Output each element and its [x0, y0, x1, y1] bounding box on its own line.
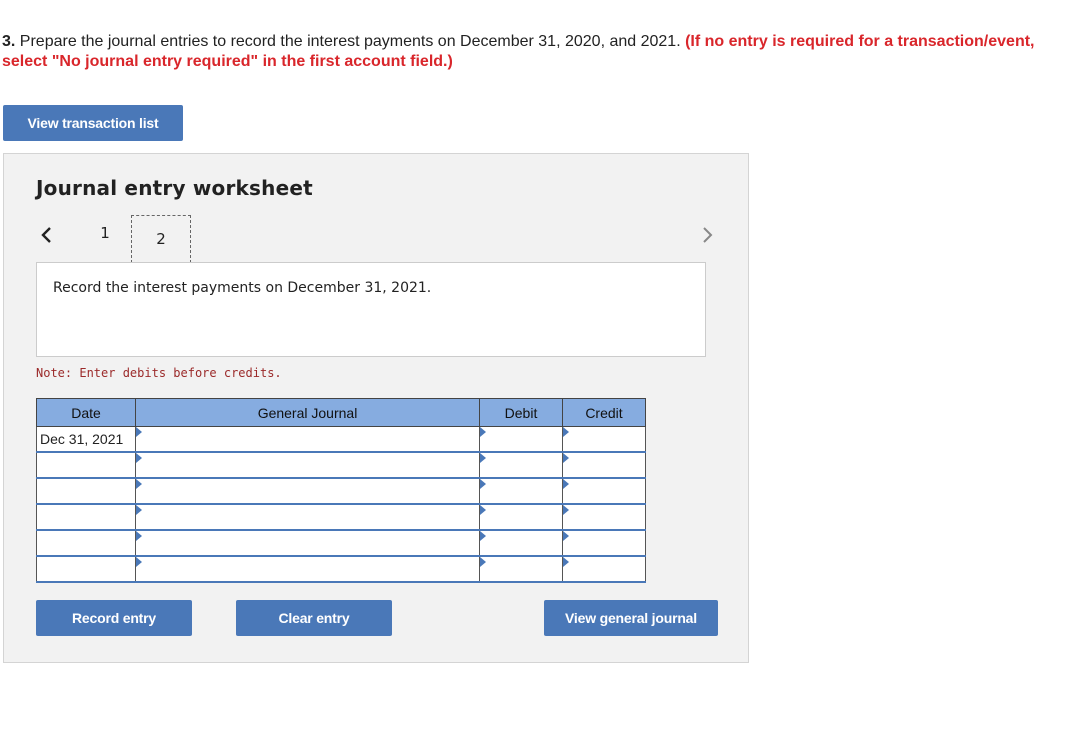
clear-entry-button[interactable]: Clear entry — [236, 600, 392, 636]
date-cell[interactable]: Dec 31, 2021 — [36, 426, 136, 453]
journal-entry-worksheet-panel: Journal entry worksheet 1 2 Record the i… — [3, 153, 749, 663]
date-cell[interactable] — [36, 529, 136, 557]
dropdown-indicator-icon — [563, 453, 569, 463]
dropdown-indicator-icon — [136, 453, 142, 463]
table-row: Dec 31, 2021 — [36, 426, 646, 453]
question-text: 3. Prepare the journal entries to record… — [2, 32, 1062, 72]
table-row — [36, 503, 646, 531]
debit-column-header: Debit — [479, 398, 563, 427]
dropdown-indicator-icon — [563, 479, 569, 489]
credit-input[interactable] — [562, 529, 646, 557]
dropdown-indicator-icon — [563, 427, 569, 437]
dropdown-indicator-icon — [563, 557, 569, 567]
dropdown-indicator-icon — [480, 479, 486, 489]
credit-input[interactable] — [562, 503, 646, 531]
debit-input[interactable] — [479, 529, 563, 557]
date-cell[interactable] — [36, 477, 136, 505]
dropdown-indicator-icon — [480, 557, 486, 567]
chevron-right-icon — [703, 227, 713, 243]
page-1-tab[interactable]: 1 — [95, 224, 115, 242]
dropdown-indicator-icon — [136, 427, 142, 437]
credit-input[interactable] — [562, 426, 646, 453]
credit-column-header: Credit — [562, 398, 646, 427]
record-entry-button[interactable]: Record entry — [36, 600, 192, 636]
table-row — [36, 451, 646, 479]
question-prompt: Prepare the journal entries to record th… — [15, 33, 686, 50]
dropdown-indicator-icon — [563, 505, 569, 515]
account-input[interactable] — [135, 477, 480, 505]
chevron-left-icon — [41, 227, 51, 243]
question-number: 3. — [2, 33, 16, 50]
debit-input[interactable] — [479, 451, 563, 479]
credit-input[interactable] — [562, 451, 646, 479]
account-input[interactable] — [135, 555, 480, 583]
dropdown-indicator-icon — [136, 531, 142, 541]
credit-input[interactable] — [562, 477, 646, 505]
account-input[interactable] — [135, 503, 480, 531]
dropdown-indicator-icon — [480, 531, 486, 541]
credit-input[interactable] — [562, 555, 646, 583]
table-row — [36, 477, 646, 505]
account-input[interactable] — [135, 451, 480, 479]
debit-input[interactable] — [479, 426, 563, 453]
account-input[interactable] — [135, 529, 480, 557]
journal-table: Date General Journal Debit Credit Dec 31… — [36, 398, 646, 583]
debit-input[interactable] — [479, 503, 563, 531]
page-2-tab[interactable]: 2 — [131, 215, 191, 263]
debit-input[interactable] — [479, 555, 563, 583]
general-journal-column-header: General Journal — [135, 398, 480, 427]
date-cell[interactable] — [36, 451, 136, 479]
dropdown-indicator-icon — [136, 479, 142, 489]
view-general-journal-button[interactable]: View general journal — [544, 600, 718, 636]
view-transaction-list-button[interactable]: View transaction list — [3, 105, 183, 141]
transaction-description-box: Record the interest payments on December… — [36, 262, 706, 357]
previous-page-button[interactable] — [36, 223, 56, 247]
transaction-description: Record the interest payments on December… — [53, 280, 432, 296]
dropdown-indicator-icon — [480, 427, 486, 437]
dropdown-indicator-icon — [480, 453, 486, 463]
dropdown-indicator-icon — [563, 531, 569, 541]
worksheet-title: Journal entry worksheet — [36, 176, 313, 200]
next-page-button[interactable] — [698, 223, 718, 247]
table-row — [36, 555, 646, 583]
dropdown-indicator-icon — [480, 505, 486, 515]
table-row — [36, 529, 646, 557]
dropdown-indicator-icon — [136, 505, 142, 515]
date-cell[interactable] — [36, 555, 136, 583]
date-cell[interactable] — [36, 503, 136, 531]
dropdown-indicator-icon — [136, 557, 142, 567]
debit-credit-note: Note: Enter debits before credits. — [36, 366, 282, 380]
debit-input[interactable] — [479, 477, 563, 505]
date-column-header: Date — [36, 398, 136, 427]
journal-header-row: Date General Journal Debit Credit — [36, 398, 646, 427]
account-input[interactable] — [135, 426, 480, 453]
